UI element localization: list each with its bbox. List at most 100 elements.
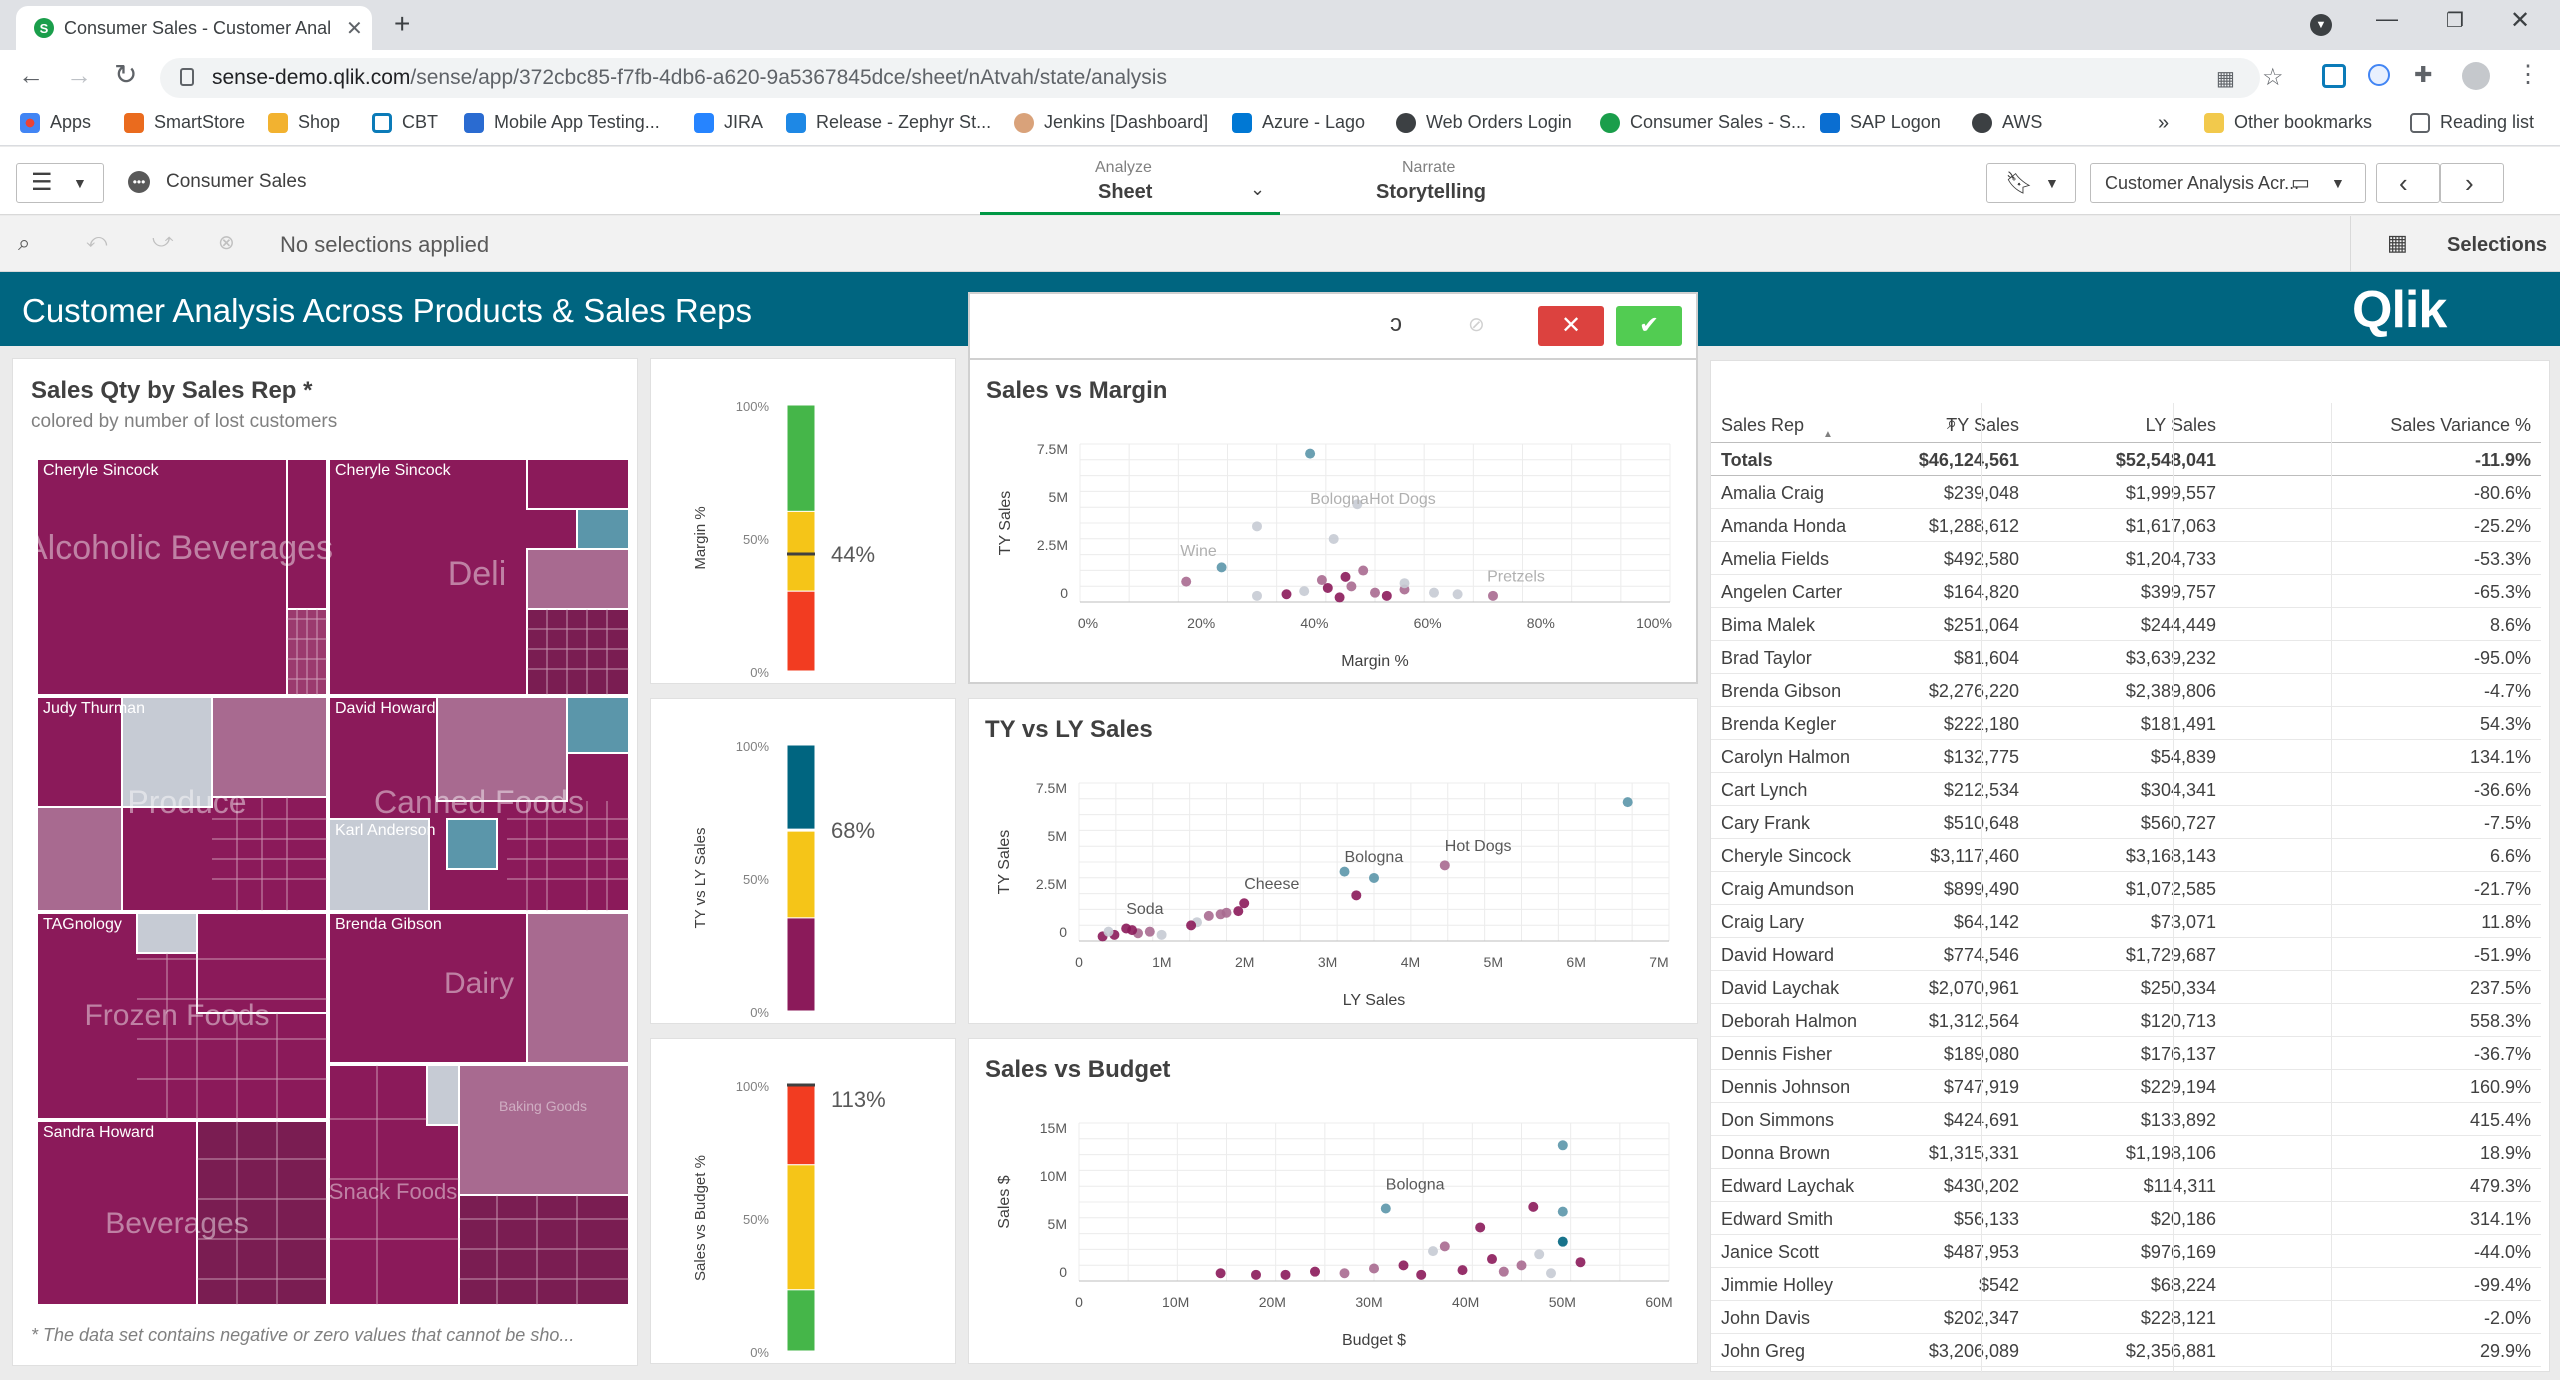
- confirm-selection-button[interactable]: ✔: [1616, 306, 1682, 346]
- cell-sales-rep[interactable]: Dennis Johnson: [1721, 1077, 1850, 1098]
- data-point[interactable]: [1428, 1246, 1438, 1257]
- next-sheet-button[interactable]: ›: [2440, 163, 2504, 203]
- clear-selection-icon[interactable]: ⊘: [1468, 312, 1485, 337]
- data-point[interactable]: [1215, 909, 1226, 920]
- bookmark-apps[interactable]: Apps: [20, 112, 91, 133]
- reload-icon[interactable]: ↻: [114, 58, 137, 91]
- data-point[interactable]: [1144, 926, 1155, 937]
- chevron-down-icon[interactable]: ⌄: [1250, 179, 1265, 200]
- cell-sales-rep[interactable]: Bima Malek: [1721, 615, 1815, 636]
- table-row[interactable]: David Howard$774,546$1,729,687-51.9%: [1711, 938, 2541, 971]
- table-row[interactable]: Brad Taylor $81,604 $3,639,232 -95.0%: [1711, 641, 2541, 674]
- table-row[interactable]: Cheryle Sincock $3,117,460 $3,168,143 6.6%: [1711, 839, 2541, 872]
- data-point[interactable]: [1252, 521, 1262, 532]
- table-row[interactable]: Dennis Johnson$747,919$229,194160.9%: [1711, 1070, 2541, 1103]
- close-window-icon[interactable]: ✕: [2510, 6, 2530, 35]
- data-point[interactable]: [1487, 1254, 1497, 1265]
- cell-sales-rep[interactable]: Cheryle Sincock: [1721, 846, 1851, 867]
- data-point[interactable]: [1103, 926, 1114, 937]
- table-row[interactable]: Edward Laychak$430,202$114,311479.3%: [1711, 1169, 2541, 1202]
- bookmark-azure[interactable]: Azure - Lago: [1232, 112, 1365, 133]
- cell-sales-rep[interactable]: Brenda Gibson: [1721, 681, 1841, 702]
- sheet-selector[interactable]: Customer Analysis Acr... ▼ ▭: [2090, 163, 2366, 203]
- extension-qlik-icon[interactable]: [2322, 64, 2346, 88]
- cell-sales-rep[interactable]: Deborah Halmon: [1721, 1011, 1857, 1032]
- table-row[interactable]: John Greg $3,206,089 $2,356,881 29.9%: [1711, 1334, 2541, 1367]
- data-point[interactable]: [1575, 1257, 1586, 1268]
- gauge-panel-margin[interactable]: 100% 50% 0% 44% Margin %: [650, 358, 956, 684]
- scatter-chart[interactable]: Sales vs Budget 0 10M 20M 30M 40M 50M 60M 15M 10M…: [969, 1039, 1695, 1361]
- data-point[interactable]: [1557, 1140, 1568, 1151]
- table-row[interactable]: Edward Smith $56,133 $20,186 314.1%: [1711, 1202, 2541, 1235]
- table-row[interactable]: Deborah Halmon $1,312,564 $120,713 558.3%: [1711, 1004, 2541, 1037]
- data-point[interactable]: [1328, 533, 1339, 544]
- other-bookmarks[interactable]: Other bookmarks: [2204, 112, 2372, 133]
- data-point[interactable]: [1346, 581, 1357, 592]
- table-row[interactable]: Janice Scott$487,953$976,169-44.0%: [1711, 1235, 2541, 1268]
- table-row[interactable]: Cary Frank$510,648$560,727-7.5%: [1711, 806, 2541, 839]
- table-row[interactable]: Amelia Fields$492,580$1,204,733-53.3%: [1711, 542, 2541, 575]
- cell-sales-rep[interactable]: Amalia Craig: [1721, 483, 1824, 504]
- cell-sales-rep[interactable]: John Greg: [1721, 1341, 1805, 1362]
- cell-sales-rep[interactable]: Jimmie Holley: [1721, 1275, 1833, 1296]
- tab-search-icon[interactable]: ▼: [2310, 14, 2332, 36]
- data-point[interactable]: [1215, 1268, 1226, 1279]
- table-row[interactable]: Craig Amundson$899,490$1,072,585-21.7%: [1711, 872, 2541, 905]
- data-point[interactable]: [1369, 872, 1379, 883]
- data-point[interactable]: [1439, 1241, 1450, 1252]
- cell-sales-rep[interactable]: Edward Smith: [1721, 1209, 1833, 1230]
- gauge-panel-sales-vs-budget[interactable]: 100% 50% 0% 113% Sales vs Budget %: [650, 1038, 956, 1364]
- treemap-chart[interactable]: Cheryle Sincock Cheryle Sincock Judy Thu…: [37, 459, 629, 1305]
- global-menu-button[interactable]: ☰ ▼: [16, 163, 104, 203]
- cell-sales-rep[interactable]: Brenda Kegler: [1721, 714, 1836, 735]
- data-point[interactable]: [1498, 1266, 1509, 1277]
- cell-sales-rep[interactable]: Amanda Honda: [1721, 516, 1846, 537]
- cell-sales-rep[interactable]: Edward Laychak: [1721, 1176, 1854, 1197]
- scatter-chart[interactable]: Sales vs Margin 0% 20% 40% 60% 80% 100% 7.5M 5M 2…: [970, 360, 1696, 682]
- smart-search-icon[interactable]: ⌕: [18, 230, 30, 256]
- column-header-ly-sales[interactable]: LY Sales: [2146, 415, 2216, 436]
- data-point[interactable]: [1398, 1260, 1409, 1271]
- qr-icon[interactable]: ▦: [2216, 66, 2235, 91]
- column-header-sales-rep[interactable]: Sales Rep: [1721, 415, 1804, 436]
- selections-button[interactable]: ▦ Selections: [2350, 216, 2560, 272]
- data-point[interactable]: [1439, 860, 1450, 871]
- data-point[interactable]: [1127, 925, 1138, 936]
- table-row[interactable]: Don Simmons$424,691$133,892415.4%: [1711, 1103, 2541, 1136]
- data-point[interactable]: [1233, 906, 1244, 917]
- cell-sales-rep[interactable]: John Davis: [1721, 1308, 1810, 1329]
- previous-sheet-button[interactable]: ‹: [2376, 163, 2440, 203]
- table-row[interactable]: Cart Lynch$212,534$304,341-36.6%: [1711, 773, 2541, 806]
- url-text[interactable]: sense-demo.qlik.com/sense/app/372cbc85-f…: [212, 66, 1167, 90]
- cell-sales-rep[interactable]: David Howard: [1721, 945, 1834, 966]
- extension-icon[interactable]: [2368, 64, 2390, 86]
- data-point[interactable]: [1488, 590, 1498, 601]
- bookmark-mobile-app-testing[interactable]: Mobile App Testing...: [464, 112, 660, 133]
- data-point[interactable]: [1203, 910, 1214, 921]
- data-point[interactable]: [1351, 890, 1362, 901]
- table-row[interactable]: Amanda Honda $1,288,612 $1,617,063 -25.2%: [1711, 509, 2541, 542]
- table-row[interactable]: Brenda Kegler$222,180$181,49154.3%: [1711, 707, 2541, 740]
- minimize-icon[interactable]: —: [2376, 6, 2398, 32]
- data-point[interactable]: [1380, 1203, 1391, 1214]
- bookmarks-button[interactable]: 🔖︎ ▼: [1986, 163, 2076, 203]
- table-row[interactable]: Donna Brown $1,315,331 $1,198,106 18.9%: [1711, 1136, 2541, 1169]
- lasso-icon[interactable]: ↄ: [1390, 310, 1402, 338]
- bookmark-web-orders[interactable]: Web Orders Login: [1396, 112, 1572, 133]
- data-point[interactable]: [1305, 448, 1316, 459]
- table-row[interactable]: Dennis Fisher$189,080$176,137-36.7%: [1711, 1037, 2541, 1070]
- gauge-panel-ty-vs-ly[interactable]: 100% 50% 0% 68% TY vs LY Sales: [650, 698, 956, 1024]
- cell-sales-rep[interactable]: Craig Amundson: [1721, 879, 1854, 900]
- data-point[interactable]: [1416, 1269, 1427, 1280]
- data-point[interactable]: [1622, 797, 1633, 808]
- scatter-panel-sales-vs-margin[interactable]: Sales vs Margin 0% 20% 40% 60% 80% 100% 7.5M 5M 2…: [968, 358, 1698, 684]
- cancel-selection-button[interactable]: ✕: [1538, 306, 1604, 346]
- data-point[interactable]: [1322, 582, 1333, 593]
- bookmark-shop[interactable]: Shop: [268, 112, 340, 133]
- bookmark-smartstore[interactable]: SmartStore: [124, 112, 245, 133]
- data-point[interactable]: [1516, 1260, 1527, 1271]
- bookmarks-overflow[interactable]: »: [2158, 112, 2169, 135]
- data-point[interactable]: [1316, 575, 1327, 586]
- table-row[interactable]: John Davis$202,347$228,121-2.0%: [1711, 1301, 2541, 1334]
- data-point[interactable]: [1358, 565, 1369, 576]
